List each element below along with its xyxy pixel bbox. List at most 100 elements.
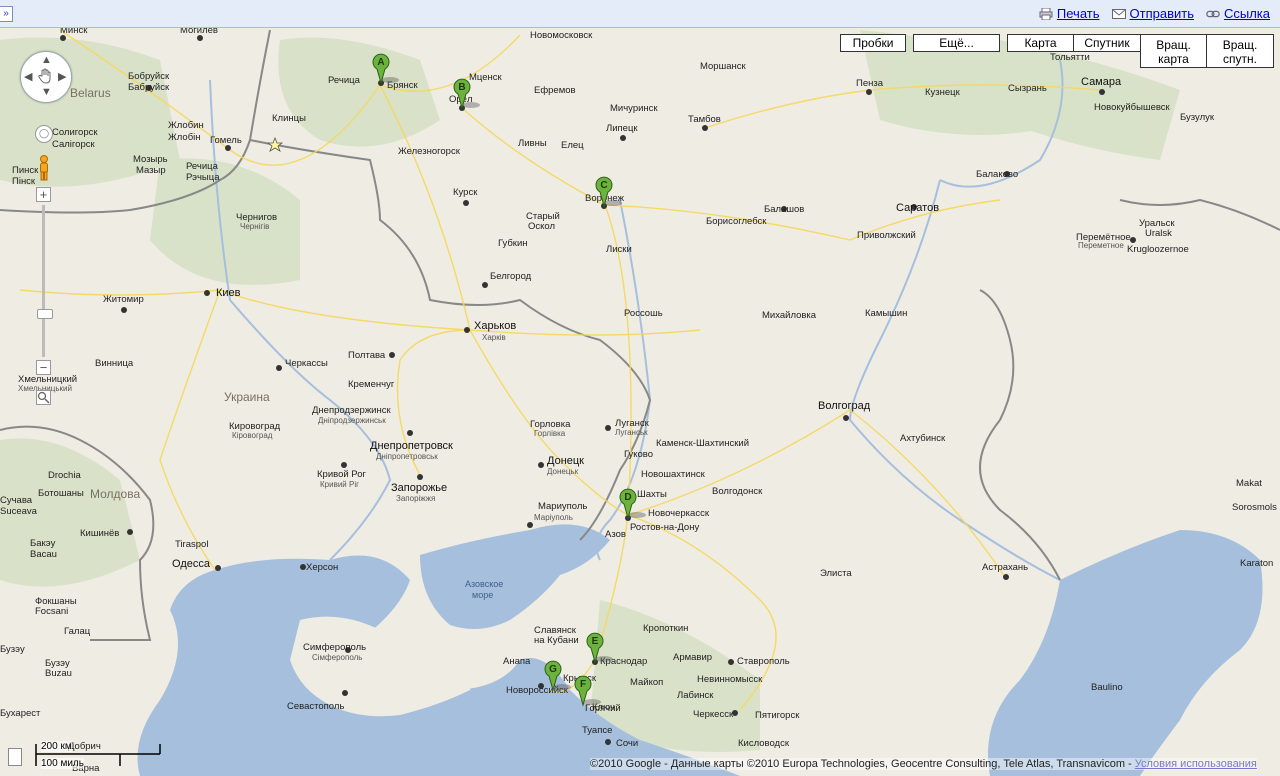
svg-text:Майкоп: Майкоп xyxy=(630,677,663,688)
zoom-slider-thumb[interactable] xyxy=(37,309,53,319)
svg-text:Камышин: Камышин xyxy=(865,308,907,319)
street-view-pegman-icon[interactable] xyxy=(37,155,51,181)
svg-text:Донецк: Донецк xyxy=(547,455,584,467)
map-type-map-button[interactable]: Карта xyxy=(1007,34,1074,52)
sea-label-azov-2: море xyxy=(472,590,493,600)
copyright-text: ©2010 Google - Данные карты ©2010 Europa… xyxy=(590,758,1132,770)
svg-text:Киев: Киев xyxy=(216,287,241,299)
svg-text:Михайловка: Михайловка xyxy=(762,310,817,321)
link-link[interactable]: Ссылка xyxy=(1206,6,1270,21)
pan-down-icon[interactable]: ▼ xyxy=(41,86,52,98)
svg-text:Makat: Makat xyxy=(1236,478,1262,489)
svg-text:Маріуполь: Маріуполь xyxy=(534,513,573,522)
svg-text:Пенза: Пенза xyxy=(856,78,884,89)
svg-text:Мценск: Мценск xyxy=(469,72,503,83)
svg-text:Белгород: Белгород xyxy=(490,271,532,282)
country-label-ukraine: Украина xyxy=(224,390,270,404)
map-type-satellite-button[interactable]: Спутник xyxy=(1073,34,1141,52)
svg-text:Балашов: Балашов xyxy=(764,204,804,215)
panel-toggle-button[interactable] xyxy=(8,748,22,766)
print-link[interactable]: Печать xyxy=(1039,6,1100,21)
zoom-out-button[interactable]: − xyxy=(36,360,51,375)
svg-text:Житомир: Житомир xyxy=(103,294,144,305)
svg-text:B: B xyxy=(458,82,465,93)
more-button[interactable]: Ещё... xyxy=(913,34,1000,52)
svg-text:Приволжский: Приволжский xyxy=(857,230,916,241)
svg-text:Жлобин: Жлобин xyxy=(168,120,204,131)
svg-text:Дніпродзержинськ: Дніпродзержинськ xyxy=(318,416,386,425)
pan-left-icon[interactable]: ◀ xyxy=(24,70,32,83)
svg-text:Курск: Курск xyxy=(453,187,478,198)
magnifier-icon xyxy=(37,391,50,404)
map-canvas[interactable]: Belarus Украина Молдова Азовское море Ми… xyxy=(0,28,1280,776)
svg-text:Кисловодск: Кисловодск xyxy=(738,738,790,749)
svg-text:Кузнецк: Кузнецк xyxy=(925,87,961,98)
svg-text:на Кубани: на Кубани xyxy=(534,635,579,646)
svg-text:Галац: Галац xyxy=(64,626,91,637)
svg-text:Рэчыца: Рэчыца xyxy=(186,172,220,183)
svg-text:Запоріжжя: Запоріжжя xyxy=(396,494,435,503)
location-button[interactable]: ◯ xyxy=(35,125,53,143)
svg-text:Гомель: Гомель xyxy=(210,135,242,146)
send-label: Отправить xyxy=(1129,6,1194,21)
svg-text:Ростов-на-Дону: Ростов-на-Дону xyxy=(630,522,699,533)
svg-text:Винница: Винница xyxy=(95,358,134,369)
svg-text:Ставрополь: Ставрополь xyxy=(737,656,790,667)
svg-text:Новошахтинск: Новошахтинск xyxy=(641,469,706,480)
svg-text:D: D xyxy=(624,492,631,503)
svg-text:Горлівка: Горлівка xyxy=(534,429,566,438)
chain-link-icon xyxy=(1206,10,1220,17)
zoom-magnifier-button[interactable] xyxy=(36,390,51,405)
svg-text:Сызрань: Сызрань xyxy=(1008,83,1047,94)
svg-text:Сучава: Сучава xyxy=(0,495,33,506)
svg-text:Бабруйск: Бабруйск xyxy=(128,82,170,93)
svg-text:Новокуйбышевск: Новокуйбышевск xyxy=(1094,102,1171,113)
rotate-satellite-button[interactable]: Вращ. спутн. xyxy=(1206,34,1274,68)
svg-text:Запорожье: Запорожье xyxy=(391,482,447,494)
scale-bar: 200 км 100 миль xyxy=(35,740,165,770)
svg-text:Krugloozernoe: Krugloozernoe xyxy=(1127,244,1189,255)
svg-text:Черкесск: Черкесск xyxy=(693,709,734,720)
print-label: Печать xyxy=(1056,6,1100,21)
svg-text:Мариуполь: Мариуполь xyxy=(538,501,587,512)
svg-text:Bacau: Bacau xyxy=(30,549,57,560)
rotate-map-button[interactable]: Вращ. карта xyxy=(1140,34,1207,68)
svg-text:Одесса: Одесса xyxy=(172,558,211,570)
svg-text:Новомосковск: Новомосковск xyxy=(530,30,593,41)
svg-text:Сімферополь: Сімферополь xyxy=(312,653,362,662)
svg-text:Бухарест: Бухарест xyxy=(0,708,41,719)
svg-text:Переметное: Переметное xyxy=(1078,241,1124,250)
svg-text:Кривий Ріг: Кривий Ріг xyxy=(320,480,359,489)
svg-text:Focsani: Focsani xyxy=(35,606,68,617)
svg-text:Тольятти: Тольятти xyxy=(1050,52,1090,63)
svg-text:F: F xyxy=(580,679,586,690)
traffic-button[interactable]: Пробки xyxy=(840,34,906,52)
terms-of-use-link[interactable]: Условия использования xyxy=(1135,758,1257,770)
svg-text:Каменск-Шахтинский: Каменск-Шахтинский xyxy=(656,438,749,449)
svg-text:A: A xyxy=(377,57,384,68)
send-link[interactable]: Отправить xyxy=(1111,6,1194,21)
svg-text:Донецьк: Донецьк xyxy=(547,467,579,476)
svg-text:Ботошаны: Ботошаны xyxy=(38,488,84,499)
pan-up-icon[interactable]: ▲ xyxy=(41,54,52,66)
collapse-panel-button[interactable]: » xyxy=(0,6,13,22)
svg-text:Елец: Елец xyxy=(561,140,584,151)
link-label: Ссылка xyxy=(1223,6,1270,21)
pan-right-icon[interactable]: ▶ xyxy=(58,70,66,83)
svg-text:Луганськ: Луганськ xyxy=(615,428,648,437)
svg-text:Полтава: Полтава xyxy=(348,350,386,361)
zoom-in-button[interactable]: + xyxy=(36,187,51,202)
svg-text:Губкин: Губкин xyxy=(498,238,528,249)
svg-text:Севастополь: Севастополь xyxy=(287,701,344,712)
map-svg: Belarus Украина Молдова Азовское море Ми… xyxy=(0,28,1280,776)
svg-text:Азов: Азов xyxy=(605,529,626,540)
svg-text:Оскол: Оскол xyxy=(528,221,555,232)
svg-text:Шахты: Шахты xyxy=(637,489,667,500)
zoom-track[interactable] xyxy=(42,205,45,357)
pan-control[interactable]: ▲ ◀ ▶ ▼ xyxy=(20,51,72,103)
svg-text:Моршанск: Моршанск xyxy=(700,61,746,72)
svg-text:Karaton: Karaton xyxy=(1240,558,1273,569)
svg-text:Железногорск: Железногорск xyxy=(398,146,461,157)
svg-text:Мичуринск: Мичуринск xyxy=(610,103,658,114)
svg-text:E: E xyxy=(592,636,599,647)
